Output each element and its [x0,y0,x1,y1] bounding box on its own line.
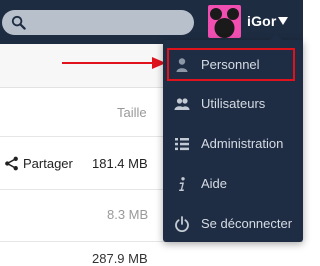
menu-item-logout[interactable]: Se déconnecter [163,205,303,243]
menu-item-label: Aide [201,176,228,191]
menu-item-label: Administration [201,136,284,151]
menu-item-label: Se déconnecter [201,216,293,231]
search-field[interactable] [2,10,194,35]
file-size: 287.9 MB [92,251,148,266]
user-name[interactable]: iGor [247,13,277,29]
size-column-header[interactable]: Taille [117,105,147,120]
person-icon [176,58,188,72]
menu-item-personal[interactable]: Personnel [163,46,303,84]
list-icon [175,138,189,151]
menu-item-administration[interactable]: Administration [163,125,303,163]
avatar-image [210,8,239,38]
file-size: 8.3 MB [107,207,149,222]
share-icon[interactable] [4,156,19,171]
info-icon [179,177,185,191]
users-icon [174,98,190,110]
power-icon [175,216,189,232]
file-size: 181.4 MB [92,156,148,171]
user-menu: Personnel Utilisateurs Administration Ai… [163,34,303,243]
avatar[interactable] [208,5,241,38]
top-header: iGor [0,0,303,44]
search-icon [11,15,26,30]
menu-notch [270,34,282,40]
menu-item-users[interactable]: Utilisateurs [163,85,303,123]
share-link[interactable]: Partager [23,156,73,171]
table-row[interactable]: 287.9 MB [0,242,303,266]
menu-item-help[interactable]: Aide [163,165,303,203]
menu-item-label: Utilisateurs [201,96,266,111]
annotation-arrow [62,57,166,69]
caret-down-icon[interactable] [278,17,288,25]
menu-item-label: Personnel [201,57,260,72]
